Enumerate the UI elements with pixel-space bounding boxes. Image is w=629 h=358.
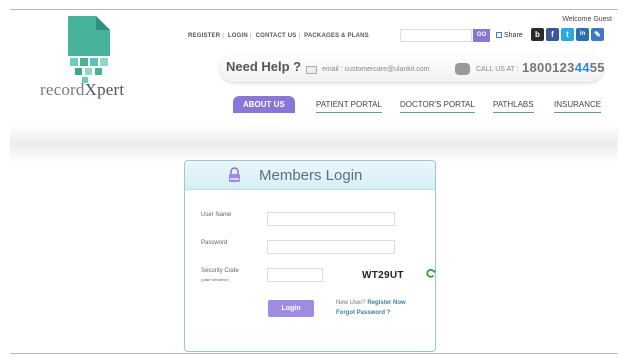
nav-patient-portal[interactable]: PATIENT PORTAL (316, 96, 382, 113)
nav-doctors-portal[interactable]: DOCTOR'S PORTAL (400, 96, 475, 113)
password-label: Password (201, 240, 228, 246)
forgot-password-link[interactable]: Forgot Password ? (336, 310, 390, 316)
edit-icon[interactable]: ✎ (591, 28, 604, 41)
share-label: Share (504, 32, 523, 39)
case-sensitive-note: (case sensitive) (201, 277, 229, 282)
username-input[interactable] (267, 212, 395, 226)
top-nav-separator: | (249, 33, 252, 39)
blog-icon[interactable]: b (531, 28, 544, 41)
top-nav-contact-us[interactable]: CONTACT US (256, 33, 297, 39)
header-band (10, 125, 618, 163)
nav-insurance[interactable]: INSURANCE (554, 96, 602, 113)
members-login-panel: Members Login (184, 160, 436, 352)
need-help-text: Need Help ? (226, 59, 302, 74)
facebook-icon[interactable]: f (546, 28, 559, 41)
lock-icon (229, 167, 240, 182)
refresh-captcha-icon[interactable] (426, 268, 436, 278)
go-button[interactable]: GO (473, 29, 490, 42)
logo-text-xpert: Xpert (84, 80, 125, 99)
login-title: Members Login (259, 167, 363, 184)
phone-number-part: 1800123 (522, 60, 575, 75)
welcome-text: Welcome Guest (562, 16, 612, 23)
nav-pathlabs[interactable]: PATHLABS (493, 96, 534, 113)
top-nav-separator: | (298, 33, 301, 39)
security-code-input[interactable] (267, 268, 323, 282)
social-icons: b f t in ✎ (531, 28, 604, 41)
security-code-label: Security Code (201, 268, 239, 274)
search-input[interactable] (400, 29, 472, 42)
phone-icon (455, 63, 470, 75)
logo-wordmark: recordXpert (40, 80, 124, 100)
support-email[interactable]: email : customercare@ulankit.com (322, 66, 429, 73)
phone-number-part: 55 (589, 60, 605, 75)
new-user-label: New User? (336, 300, 366, 306)
share-button[interactable]: Share (496, 32, 523, 39)
top-nav: REGISTER | LOGIN | CONTACT US | PACKAGES & … (188, 33, 369, 39)
new-user-text: New User? Register Now (336, 300, 406, 306)
top-nav-packages-plans[interactable]: PACKAGES & PLANS (304, 33, 369, 39)
twitter-icon[interactable]: t (561, 28, 574, 41)
login-header: Members Login (185, 161, 435, 190)
login-button[interactable]: Login (268, 300, 314, 317)
captcha-image: WT29UT (362, 270, 404, 281)
nav-about-us[interactable]: ABOUT US (233, 96, 295, 113)
email-icon (306, 66, 317, 74)
share-icon (496, 32, 502, 38)
logo-text-record: record (40, 80, 85, 99)
username-label: User Name (201, 212, 232, 218)
phone-number: 18001234455 (522, 60, 605, 75)
phone-number-highlight: 44 (574, 60, 590, 75)
top-nav-separator: | (222, 33, 225, 39)
linkedin-icon[interactable]: in (576, 28, 589, 41)
top-nav-login[interactable]: LOGIN (228, 33, 248, 39)
call-us-label: CALL US AT : (476, 66, 519, 73)
password-input[interactable] (267, 240, 395, 254)
register-now-link[interactable]: Register Now (367, 300, 405, 306)
top-nav-register[interactable]: REGISTER (188, 33, 220, 39)
